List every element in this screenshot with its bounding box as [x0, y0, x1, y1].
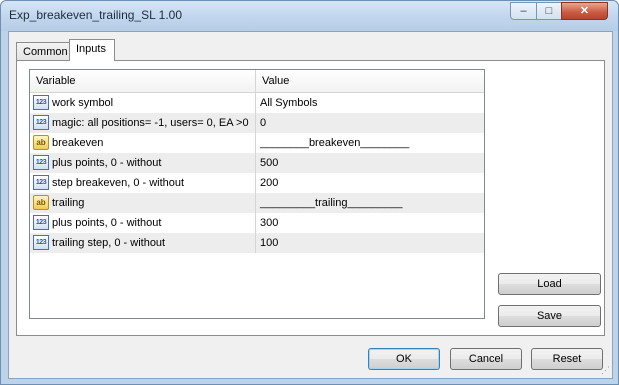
variable-cell: 123 trailing step, 0 - without	[30, 233, 256, 253]
variable-cell: 123 magic: all positions= -1, users= 0, E…	[30, 113, 256, 133]
table-row[interactable]: 123 plus points, 0 - without 500	[30, 153, 484, 173]
number-icon: 123	[33, 95, 49, 110]
dialog-window: Exp_breakeven_trailing_SL 1.00 – □ ✕ Com…	[0, 0, 619, 385]
table-row[interactable]: ab breakeven ________breakeven________	[30, 133, 484, 153]
value-cell[interactable]: 100	[260, 237, 278, 249]
variable-cell: ab trailing	[30, 193, 256, 213]
variable-name: plus points, 0 - without	[52, 217, 162, 229]
number-icon: 123	[33, 155, 49, 170]
table-row[interactable]: 123 work symbol All Symbols	[30, 93, 484, 113]
number-icon: 123	[33, 235, 49, 250]
column-header-value[interactable]: Value	[262, 75, 289, 87]
value-cell[interactable]: All Symbols	[260, 97, 317, 109]
variable-cell: 123 plus points, 0 - without	[30, 153, 256, 173]
variable-name: breakeven	[52, 137, 104, 149]
variable-name: plus points, 0 - without	[52, 157, 162, 169]
maximize-button[interactable]: □	[536, 2, 562, 20]
value-cell[interactable]: 300	[260, 217, 278, 229]
close-button[interactable]: ✕	[561, 2, 608, 20]
tab-inputs[interactable]: Inputs	[69, 39, 115, 61]
table-row[interactable]: 123 step breakeven, 0 - without 200	[30, 173, 484, 193]
reset-button[interactable]: Reset	[531, 348, 603, 370]
variable-name: work symbol	[52, 97, 114, 109]
load-button[interactable]: Load	[498, 273, 601, 295]
variable-name: step breakeven, 0 - without	[52, 177, 185, 189]
value-cell[interactable]: ________breakeven________	[260, 137, 409, 149]
value-cell[interactable]: 500	[260, 157, 278, 169]
column-header-variable[interactable]: Variable	[36, 75, 76, 87]
variable-cell: 123 work symbol	[30, 93, 256, 113]
resize-grip[interactable]: ⋰	[601, 365, 610, 376]
grid-header: Variable Value	[30, 70, 484, 93]
string-icon: ab	[33, 195, 49, 210]
variable-name: trailing step, 0 - without	[52, 237, 166, 249]
variable-cell: ab breakeven	[30, 133, 256, 153]
number-icon: 123	[33, 175, 49, 190]
table-row[interactable]: 123 plus points, 0 - without 300	[30, 213, 484, 233]
dialog-client-area: Common Inputs Variable Value 123 work sym…	[8, 31, 613, 379]
title-bar[interactable]: Exp_breakeven_trailing_SL 1.00 – □ ✕	[1, 1, 618, 31]
tab-common[interactable]: Common	[16, 42, 70, 61]
table-row[interactable]: 123 trailing step, 0 - without 100	[30, 233, 484, 253]
value-cell[interactable]: 0	[260, 117, 266, 129]
variable-name: trailing	[52, 197, 85, 209]
variable-cell: 123 step breakeven, 0 - without	[30, 173, 256, 193]
inputs-grid: Variable Value 123 work symbol All Symbols…	[29, 69, 485, 319]
number-icon: 123	[33, 215, 49, 230]
variable-name: magic: all positions= -1, users= 0, EA >…	[52, 117, 249, 129]
cancel-button[interactable]: Cancel	[450, 348, 522, 370]
string-icon: ab	[33, 135, 49, 150]
inputs-panel: Variable Value 123 work symbol All Symbols…	[16, 60, 605, 336]
table-row[interactable]: 123 magic: all positions= -1, users= 0, E…	[30, 113, 484, 133]
column-separator[interactable]	[255, 70, 256, 92]
value-cell[interactable]: _________trailing_________	[260, 197, 403, 209]
save-button[interactable]: Save	[498, 305, 601, 327]
variable-cell: 123 plus points, 0 - without	[30, 213, 256, 233]
window-title: Exp_breakeven_trailing_SL 1.00	[9, 8, 183, 22]
value-cell[interactable]: 200	[260, 177, 278, 189]
table-row[interactable]: ab trailing _________trailing_________	[30, 193, 484, 213]
ok-button[interactable]: OK	[368, 348, 440, 370]
number-icon: 123	[33, 115, 49, 130]
minimize-button[interactable]: –	[510, 2, 537, 20]
